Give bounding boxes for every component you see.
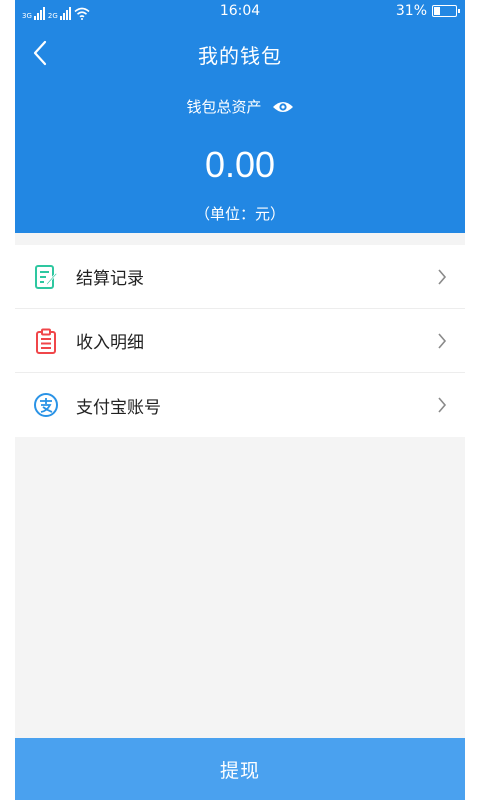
chevron-right-icon [438,397,447,413]
wallet-menu: 结算记录 收入明细 支付宝账号 [15,245,465,437]
menu-item-settlement-records[interactable]: 结算记录 [15,245,465,309]
chevron-right-icon [438,269,447,285]
battery-status: 31% [395,3,460,19]
wallet-screen: 3G 2G 16:04 31% 我的钱包 钱包总资产 0.00 （单位：元） 结… [15,0,465,800]
menu-item-income-details[interactable]: 收入明细 [15,309,465,373]
eye-icon[interactable] [272,100,294,114]
menu-item-label: 结算记录 [76,269,144,289]
battery-percent: 31% [395,3,427,19]
total-assets-amount: 0.00 [204,144,276,185]
wallet-header: 3G 2G 16:04 31% 我的钱包 钱包总资产 0.00 （单位：元） [15,0,465,233]
total-assets-label: 钱包总资产 [186,98,262,116]
chevron-right-icon [438,333,447,349]
battery-fill [434,7,440,15]
edit-document-icon [35,265,58,289]
menu-item-label: 收入明细 [76,333,144,353]
status-bar: 3G 2G 16:04 31% [15,0,465,24]
battery-icon [432,5,460,17]
withdraw-button[interactable]: 提现 [15,738,465,800]
page-title: 我的钱包 [198,44,282,68]
total-assets-row: 钱包总资产 [15,96,465,117]
menu-item-alipay-account[interactable]: 支付宝账号 [15,373,465,437]
clipboard-list-icon [36,328,56,354]
menu-item-label: 支付宝账号 [76,397,161,418]
alipay-icon [34,393,58,417]
amount-unit-note: （单位：元） [194,205,285,223]
